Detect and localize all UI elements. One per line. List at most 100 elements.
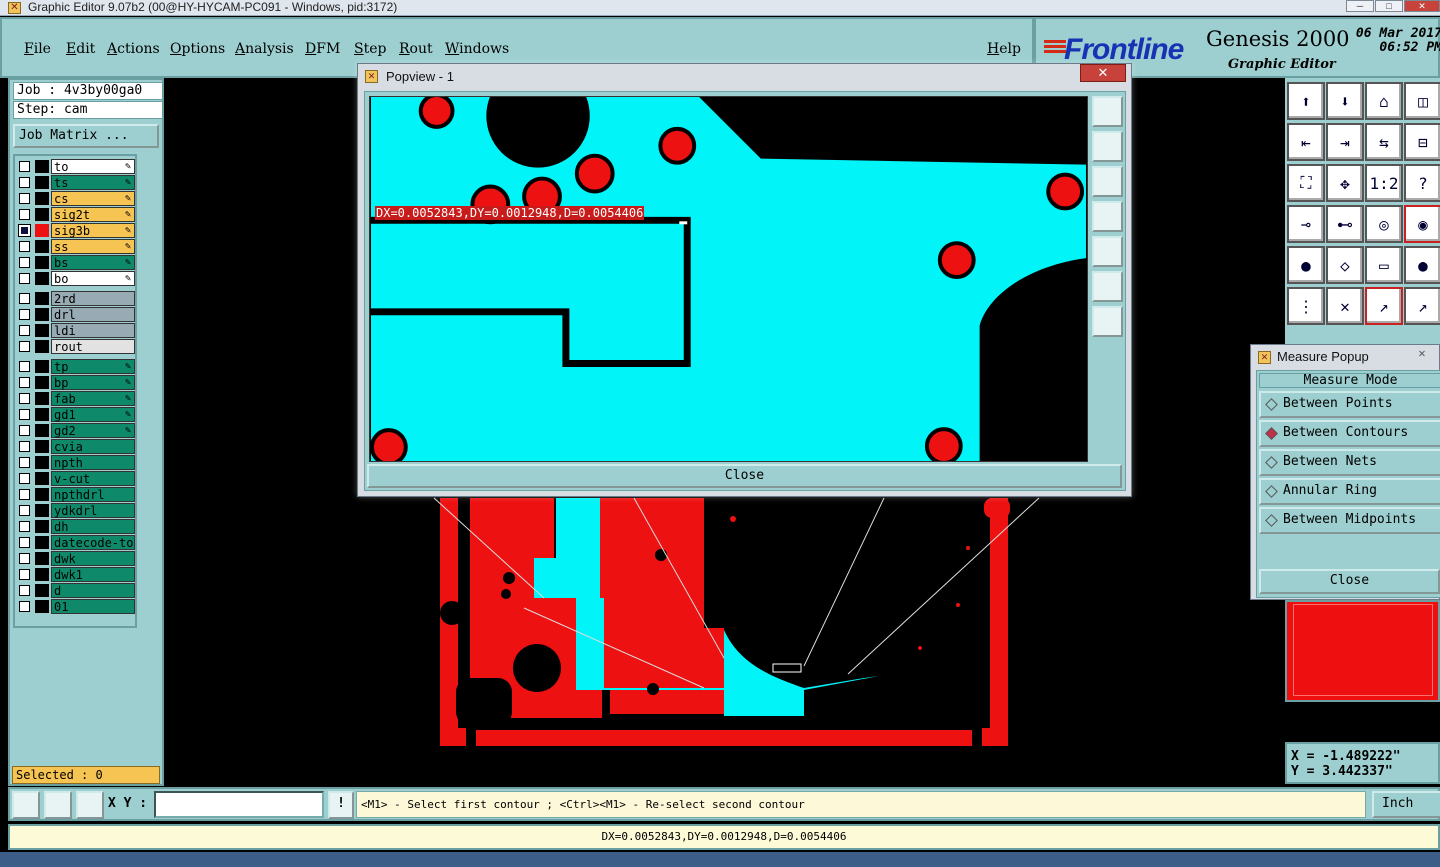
layer-name[interactable]: dh (51, 519, 135, 534)
layer-name[interactable]: datecode-to (51, 535, 135, 550)
measure-popup[interactable]: ✕ Measure Popup ✕ Measure Mode Between P… (1250, 344, 1440, 600)
layer-name[interactable]: gd1 ✎ (51, 407, 135, 422)
maximize-button[interactable]: □ (1375, 0, 1403, 12)
layer-color-swatch[interactable] (35, 440, 49, 453)
measure-option-between-nets[interactable]: Between Nets (1259, 449, 1440, 476)
popview-pan-left-icon[interactable] (1092, 201, 1123, 232)
layer-name[interactable]: cvia (51, 439, 135, 454)
layer-color-swatch[interactable] (35, 392, 49, 405)
layer-name[interactable]: v-cut (51, 471, 135, 486)
layer-color-swatch[interactable] (35, 376, 49, 389)
layer-color-swatch[interactable] (35, 504, 49, 517)
layer-color-swatch[interactable] (35, 240, 49, 253)
menu-file[interactable]: File (24, 41, 51, 57)
layer-row-ss[interactable]: ss ✎ (19, 239, 135, 254)
layer-checkbox[interactable] (19, 209, 30, 220)
layer-name[interactable]: to ✎ (51, 159, 135, 174)
layer-checkbox[interactable] (19, 361, 30, 372)
layer-checkbox[interactable] (19, 537, 30, 548)
popview-pan-right-icon[interactable] (1092, 236, 1123, 267)
measure-tool-icon[interactable]: ⊸ (1287, 205, 1325, 243)
layer-color-swatch[interactable] (35, 224, 49, 237)
layer-checkbox[interactable] (19, 293, 30, 304)
layer-checkbox[interactable] (19, 441, 30, 452)
popview-pan-up-icon[interactable] (1092, 131, 1123, 162)
measure-close-x-button[interactable]: ✕ (1411, 347, 1433, 361)
layer-name[interactable]: fab ✎ (51, 391, 135, 406)
layer-color-swatch[interactable] (35, 584, 49, 597)
layer-checkbox[interactable] (19, 585, 30, 596)
layer-checkbox[interactable] (19, 377, 30, 388)
layer-row-dwk[interactable]: dwk (19, 551, 135, 566)
layer-checkbox[interactable] (19, 505, 30, 516)
layer-color-swatch[interactable] (35, 536, 49, 549)
layer-color-swatch[interactable] (35, 324, 49, 337)
dot-icon[interactable]: ● (1404, 246, 1440, 284)
layer-color-swatch[interactable] (35, 456, 49, 469)
layer-checkbox[interactable] (19, 309, 30, 320)
layer-checkbox[interactable] (19, 569, 30, 580)
layer-row-bs[interactable]: bs ✎ (19, 255, 135, 270)
layer-checkbox[interactable] (19, 473, 30, 484)
window-split-icon[interactable]: ◫ (1404, 82, 1440, 120)
menu-actions[interactable]: Actions (107, 41, 160, 57)
layer-name[interactable]: npth (51, 455, 135, 470)
add-shape-icon[interactable]: ◇ (1326, 246, 1364, 284)
layer-row-fab[interactable]: fab ✎ (19, 391, 135, 406)
popview-zoom-home-icon[interactable] (1092, 96, 1123, 127)
save-layer-icon[interactable]: ⬇ (1326, 82, 1364, 120)
layer-name[interactable]: bs ✎ (51, 255, 135, 270)
layer-row-bp[interactable]: bp ✎ (19, 375, 135, 390)
layer-name[interactable]: ss ✎ (51, 239, 135, 254)
layer-row-tp[interactable]: tp ✎ (19, 359, 135, 374)
layer-color-swatch[interactable] (35, 272, 49, 285)
layer-name[interactable]: 2rd (51, 291, 135, 306)
pan-right-icon[interactable]: ⇥ (1326, 123, 1364, 161)
menu-step[interactable]: Step (354, 41, 386, 57)
layer-row-01[interactable]: 01 (19, 599, 135, 614)
snap-center-icon[interactable] (76, 791, 104, 819)
overview-preview[interactable] (1285, 600, 1440, 702)
layer-checkbox[interactable] (19, 273, 30, 284)
layer-color-swatch[interactable] (35, 552, 49, 565)
layer-color-swatch[interactable] (35, 160, 49, 173)
snap-grid-icon[interactable] (12, 791, 40, 819)
net-highlight-icon[interactable]: ◎ (1365, 205, 1403, 243)
popview-titlebar[interactable]: ✕ Popview - 1 (358, 64, 1131, 90)
layer-checkbox[interactable] (19, 425, 30, 436)
layer-color-swatch[interactable] (35, 340, 49, 353)
layer-name[interactable]: 01 (51, 599, 135, 614)
layer-color-swatch[interactable] (35, 424, 49, 437)
layer-checkbox[interactable] (19, 177, 30, 188)
swap-icon[interactable]: ⇆ (1365, 123, 1403, 161)
layer-name[interactable]: ldi (51, 323, 135, 338)
menu-edit[interactable]: Edit (66, 41, 95, 57)
popview-close-x-button[interactable]: ✕ (1080, 64, 1126, 82)
menu-dfm[interactable]: DFM (305, 41, 340, 57)
layer-row-rout[interactable]: rout (19, 339, 135, 354)
layer-name[interactable]: d (51, 583, 135, 598)
layer-row-bo[interactable]: bo ✎ (19, 271, 135, 286)
snap-intersect-icon[interactable] (44, 791, 72, 819)
layer-color-swatch[interactable] (35, 292, 49, 305)
layer-row-d[interactable]: d (19, 583, 135, 598)
layer-name[interactable]: drl (51, 307, 135, 322)
measure-close-button[interactable]: Close (1259, 569, 1440, 594)
layer-checkbox[interactable] (19, 601, 30, 612)
layer-color-swatch[interactable] (35, 176, 49, 189)
layer-color-swatch[interactable] (35, 256, 49, 269)
layer-name[interactable]: bo ✎ (51, 271, 135, 286)
layer-color-swatch[interactable] (35, 192, 49, 205)
layer-checkbox[interactable] (19, 489, 30, 500)
layer-name[interactable]: cs ✎ (51, 191, 135, 206)
layer-row-ts[interactable]: ts ✎ (19, 175, 135, 190)
layer-checkbox[interactable] (19, 325, 30, 336)
minimize-button[interactable]: ─ (1346, 0, 1374, 12)
layer-row-ydkdrl[interactable]: ydkdrl (19, 503, 135, 518)
layer-color-swatch[interactable] (35, 208, 49, 221)
layer-name[interactable]: sig2t ✎ (51, 207, 135, 222)
layer-checkbox[interactable] (19, 257, 30, 268)
layer-color-swatch[interactable] (35, 308, 49, 321)
layer-checkbox[interactable] (19, 553, 30, 564)
menu-windows[interactable]: Windows (445, 41, 509, 57)
